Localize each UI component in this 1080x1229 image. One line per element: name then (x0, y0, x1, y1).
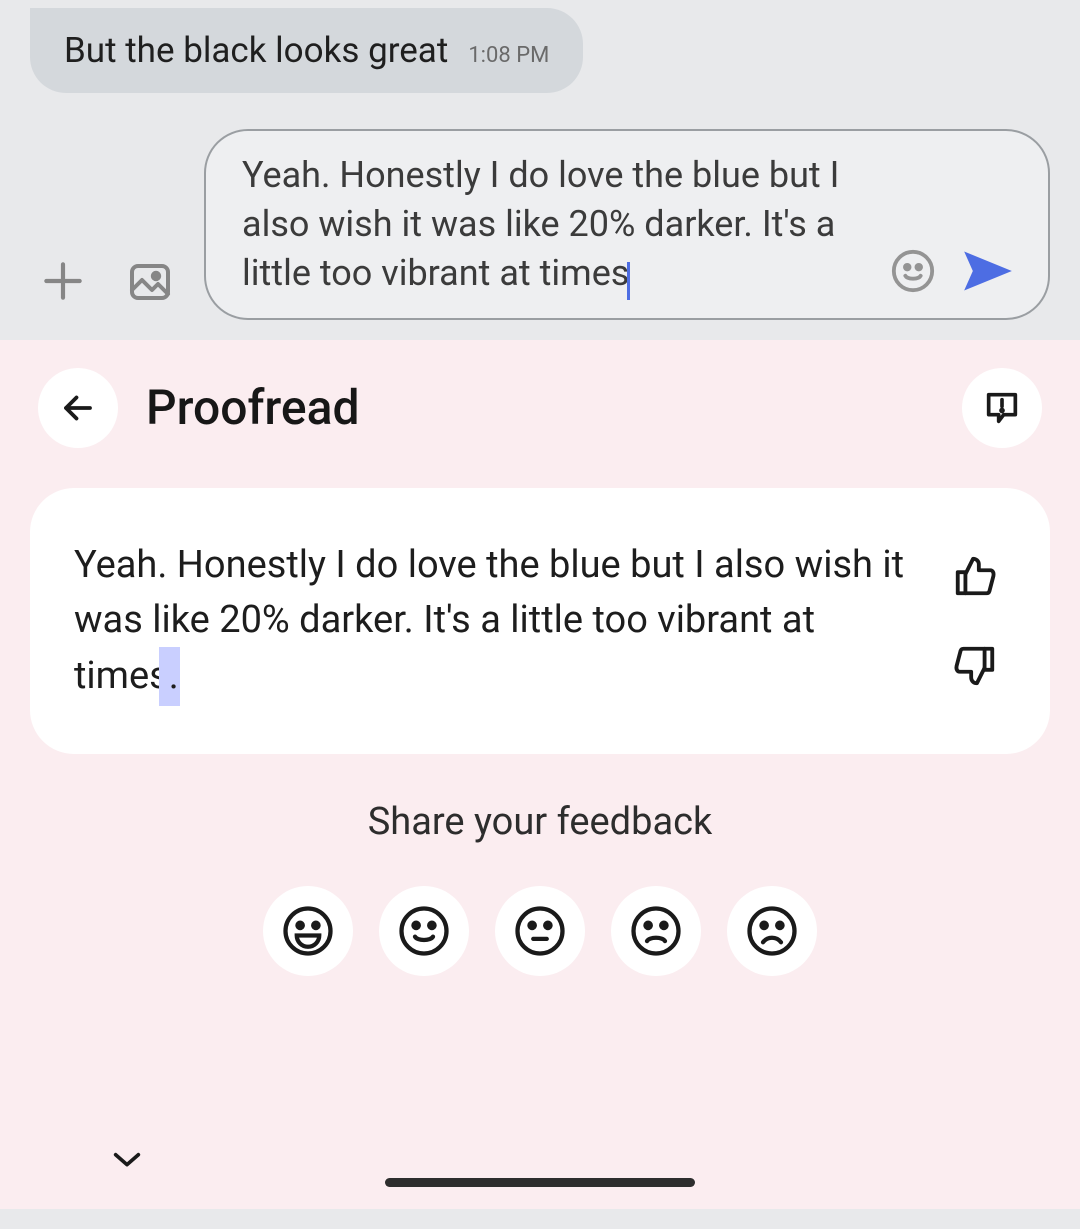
message-input-container[interactable]: Yeah. Honestly I do love the blue but I … (204, 129, 1050, 320)
neutral-icon (513, 904, 567, 958)
suggestion-text: Yeah. Honestly I do love the blue but I … (74, 538, 918, 704)
thumbs-up-icon (952, 553, 998, 599)
received-message-text: But the black looks great (64, 30, 448, 71)
frown-icon (629, 904, 683, 958)
panel-header-left: Proofread (38, 368, 360, 448)
report-button[interactable] (962, 368, 1042, 448)
nav-pill[interactable] (385, 1178, 695, 1187)
collapse-button[interactable] (110, 1147, 144, 1171)
text-cursor (627, 262, 630, 300)
emoji-icon[interactable] (886, 244, 940, 298)
proofread-panel: Proofread Yeah. Honestly I do love the b… (0, 340, 1080, 1209)
chevron-down-icon (110, 1147, 144, 1171)
sad-icon (745, 904, 799, 958)
chat-area: But the black looks great 1:08 PM Yeah. … (0, 0, 1080, 340)
face-very-sad[interactable] (727, 886, 817, 976)
received-message-time: 1:08 PM (468, 43, 549, 68)
thumbs-down-icon (952, 643, 998, 689)
message-input[interactable]: Yeah. Honestly I do love the blue but I … (242, 151, 874, 298)
face-very-happy[interactable] (263, 886, 353, 976)
send-icon[interactable] (958, 245, 1018, 297)
smile-icon (397, 904, 451, 958)
face-happy[interactable] (379, 886, 469, 976)
thumbs-down-button[interactable] (948, 639, 1002, 693)
panel-header: Proofread (30, 368, 1050, 448)
plus-icon[interactable] (30, 248, 96, 314)
compose-row: Yeah. Honestly I do love the blue but I … (20, 129, 1060, 320)
arrow-left-icon (60, 390, 96, 426)
feedback-faces (30, 886, 1050, 976)
face-neutral[interactable] (495, 886, 585, 976)
vote-buttons (948, 549, 1006, 693)
back-button[interactable] (38, 368, 118, 448)
received-message: But the black looks great 1:08 PM (30, 8, 583, 93)
grin-icon (281, 904, 335, 958)
suggestion-edit-highlight: . (169, 649, 179, 704)
feedback-section: Share your feedback (30, 800, 1050, 976)
gallery-icon[interactable] (118, 250, 182, 314)
report-icon (982, 388, 1022, 428)
compose-actions (886, 244, 1018, 298)
panel-title: Proofread (146, 379, 360, 436)
feedback-prompt: Share your feedback (30, 800, 1050, 844)
bottom-bar (0, 1178, 1080, 1187)
suggestion-main: Yeah. Honestly I do love the blue but I … (74, 543, 904, 698)
face-sad[interactable] (611, 886, 701, 976)
thumbs-up-button[interactable] (948, 549, 1002, 603)
message-input-text: Yeah. Honestly I do love the blue but I … (242, 154, 839, 294)
suggestion-card[interactable]: Yeah. Honestly I do love the blue but I … (30, 488, 1050, 754)
